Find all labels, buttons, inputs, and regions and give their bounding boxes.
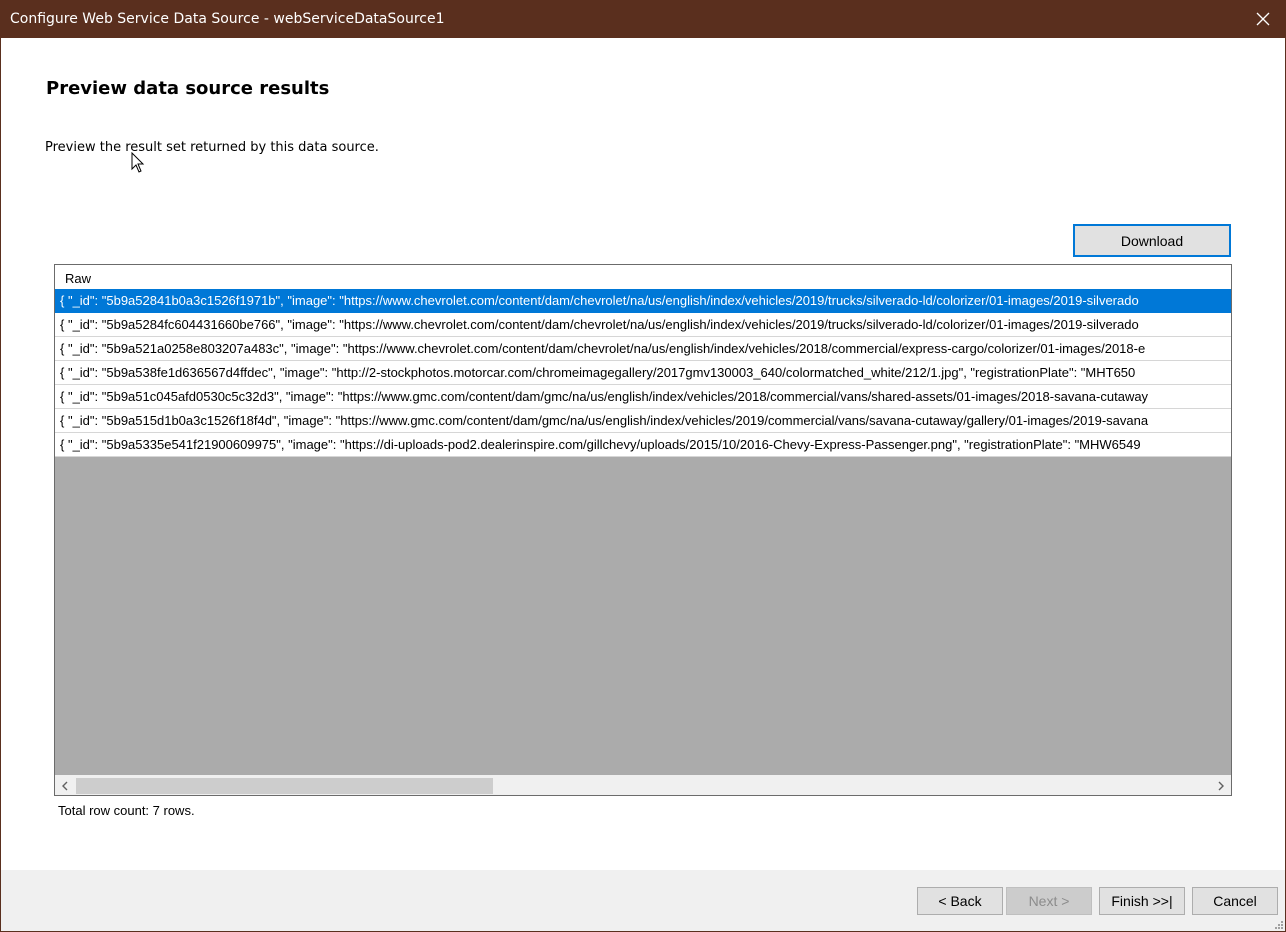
title-bar: Configure Web Service Data Source - webS… xyxy=(0,0,1286,38)
column-header-raw: Raw xyxy=(65,271,92,286)
results-grid[interactable]: Raw { "_id": "5b9a52841b0a3c1526f1971b",… xyxy=(54,264,1232,796)
back-button[interactable]: < Back xyxy=(917,887,1003,915)
cancel-button[interactable]: Cancel xyxy=(1192,887,1278,915)
scroll-right-button[interactable] xyxy=(1211,776,1231,795)
table-row[interactable]: { "_id": "5b9a521a0258e803207a483c", "im… xyxy=(55,337,1231,361)
chevron-right-icon xyxy=(1218,781,1224,791)
grid-column-header[interactable]: Raw xyxy=(55,265,1231,289)
finish-button[interactable]: Finish >>| xyxy=(1099,887,1185,915)
table-row[interactable]: { "_id": "5b9a538fe1d636567d4ffdec", "im… xyxy=(55,361,1231,385)
resize-grip-icon[interactable] xyxy=(1275,921,1283,929)
table-row[interactable]: { "_id": "5b9a51c045afd0530c5c32d3", "im… xyxy=(55,385,1231,409)
chevron-left-icon xyxy=(62,781,68,791)
scroll-left-button[interactable] xyxy=(55,776,75,795)
download-button[interactable]: Download xyxy=(1073,224,1231,257)
scrollbar-thumb[interactable] xyxy=(76,778,493,794)
table-row[interactable]: { "_id": "5b9a52841b0a3c1526f1971b", "im… xyxy=(55,289,1231,313)
horizontal-scrollbar[interactable] xyxy=(55,775,1231,795)
close-button[interactable] xyxy=(1240,0,1286,38)
mouse-cursor-icon xyxy=(131,152,145,173)
table-row[interactable]: { "_id": "5b9a515d1b0a3c1526f18f4d", "im… xyxy=(55,409,1231,433)
footer-bar xyxy=(1,870,1285,931)
grid-rows: { "_id": "5b9a52841b0a3c1526f1971b", "im… xyxy=(55,289,1231,457)
page-description: Preview the result set returned by this … xyxy=(45,140,379,155)
table-row[interactable]: { "_id": "5b9a5284fc604431660be766", "im… xyxy=(55,313,1231,337)
page-title: Preview data source results xyxy=(46,78,330,99)
row-count-label: Total row count: 7 rows. xyxy=(58,803,195,818)
close-icon xyxy=(1256,12,1270,26)
window-title: Configure Web Service Data Source - webS… xyxy=(10,11,445,27)
table-row[interactable]: { "_id": "5b9a5335e541f21900609975", "im… xyxy=(55,433,1231,457)
next-button[interactable]: Next > xyxy=(1006,887,1092,915)
